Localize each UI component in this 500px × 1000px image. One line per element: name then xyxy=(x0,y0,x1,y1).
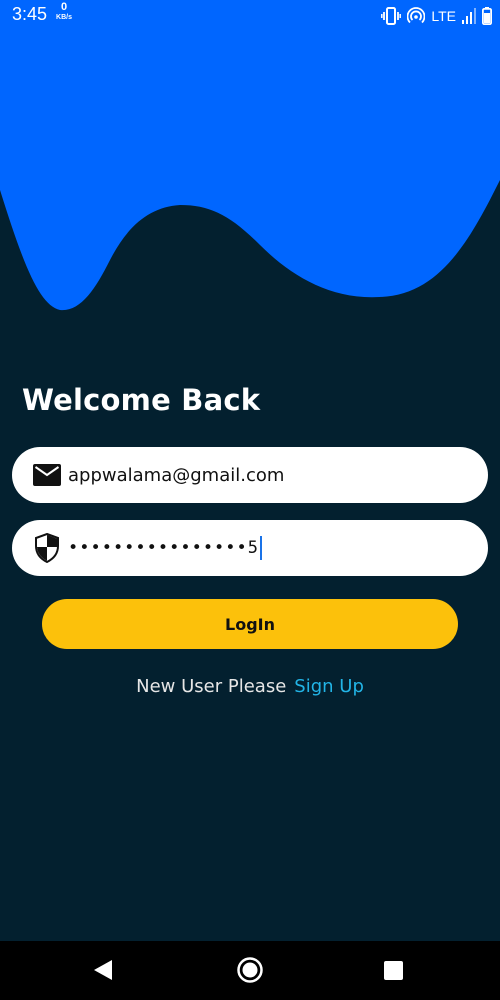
wave-header xyxy=(0,0,500,311)
shield-icon xyxy=(32,533,62,563)
network-speed: 0 KB/s xyxy=(52,1,76,22)
password-value: ••••••••••••••••5 xyxy=(68,536,262,560)
signup-link[interactable]: Sign Up xyxy=(294,676,364,697)
back-icon[interactable] xyxy=(92,959,114,985)
network-speed-unit: KB/s xyxy=(56,14,72,21)
mail-icon xyxy=(32,460,62,490)
network-type: LTE xyxy=(431,8,456,24)
text-caret xyxy=(260,536,262,560)
network-speed-value: 0 xyxy=(60,1,68,13)
email-field[interactable]: appwalama@gmail.com xyxy=(12,447,488,503)
vibrate-icon xyxy=(381,7,402,25)
status-time: 3:45 xyxy=(12,4,48,24)
page-title: Welcome Back xyxy=(22,383,261,417)
email-value: appwalama@gmail.com xyxy=(68,464,285,486)
signal-icon xyxy=(462,8,476,24)
battery-icon xyxy=(482,7,492,25)
login-screen: 3:45 0 KB/s LTE Welcome Back appwalama@g… xyxy=(0,0,500,1000)
navigation-bar xyxy=(0,941,500,1000)
password-text: ••••••••••••••••5 xyxy=(68,538,259,558)
password-field[interactable]: ••••••••••••••••5 xyxy=(12,520,488,576)
home-icon[interactable] xyxy=(236,956,264,988)
signup-prompt: New User Please xyxy=(136,676,287,697)
signup-row: New User Please Sign Up xyxy=(0,676,500,697)
hotspot-icon xyxy=(407,7,426,25)
status-icons: LTE xyxy=(381,5,492,27)
login-button[interactable]: LogIn xyxy=(42,599,458,649)
recents-icon[interactable] xyxy=(384,961,403,984)
status-bar: 3:45 0 KB/s LTE xyxy=(0,0,500,32)
